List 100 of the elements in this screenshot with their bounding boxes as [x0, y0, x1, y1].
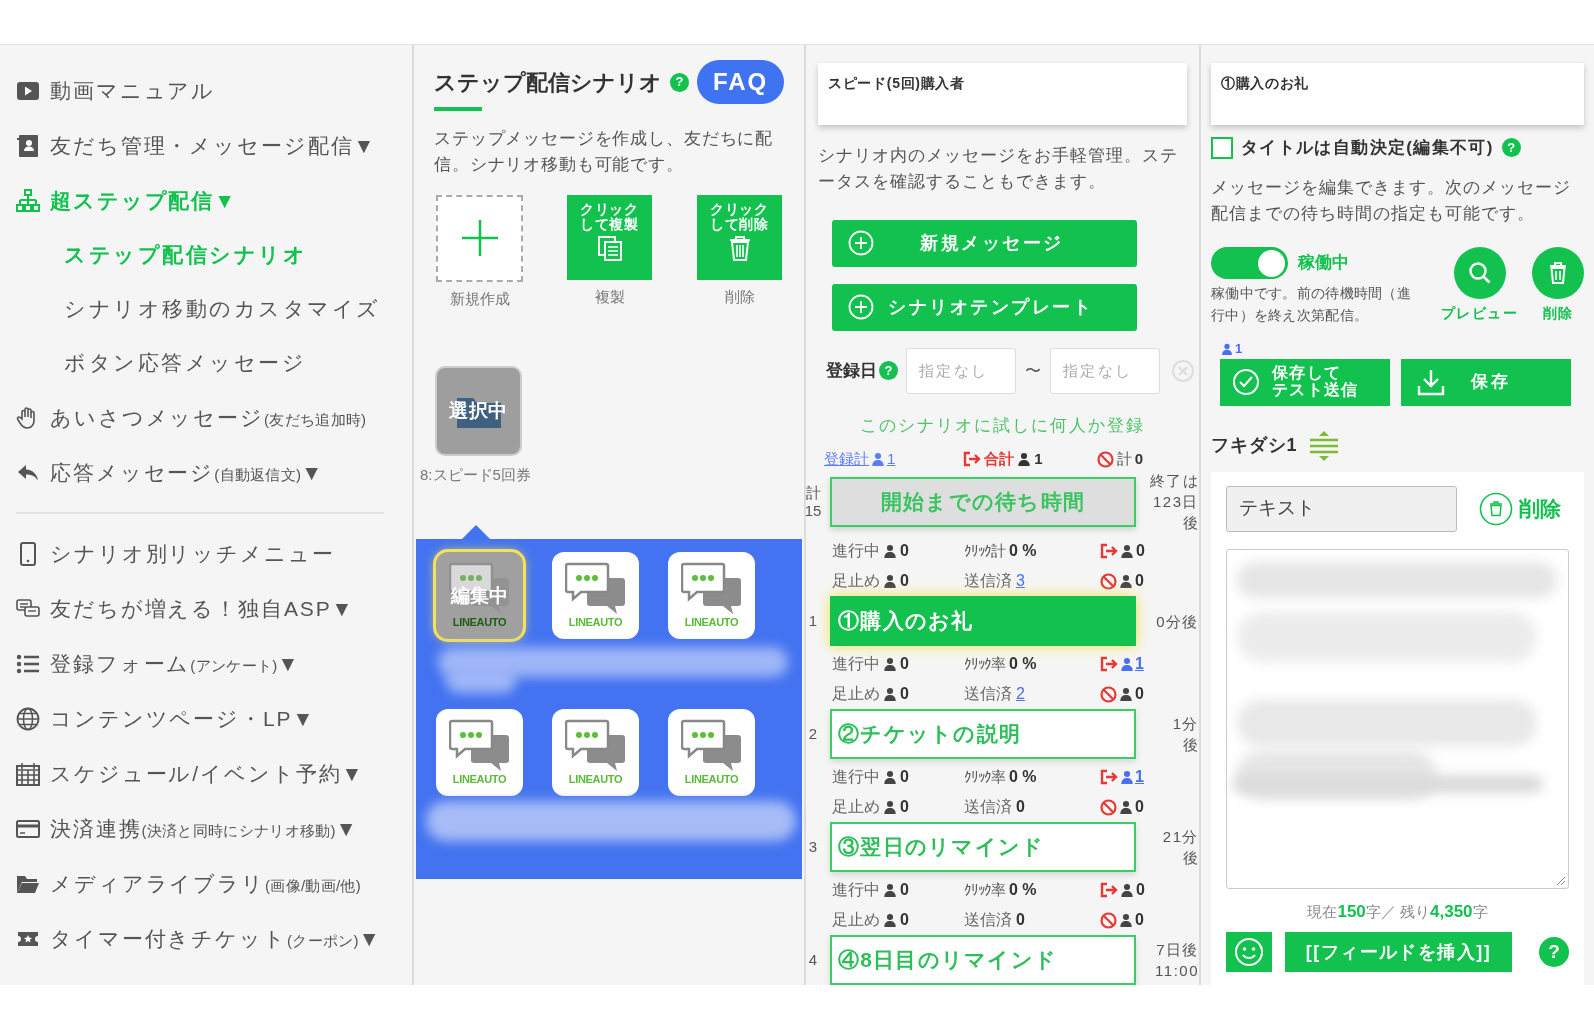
- stat-value: 0: [1016, 797, 1025, 818]
- sidebar-item[interactable]: 友だちが増える！独自ASP▼: [16, 581, 355, 636]
- exit-count-link[interactable]: 1: [1120, 652, 1144, 677]
- stat-label: 送信済: [964, 910, 1012, 931]
- checkbox-label: タイトルは自動決定(編集不可): [1241, 137, 1494, 159]
- person-icon: [1119, 687, 1133, 702]
- message-tile[interactable]: LINEAUTO: [436, 708, 523, 796]
- stat-label: 足止め: [832, 571, 880, 592]
- filter-label: 登録日: [826, 359, 877, 382]
- exit-icon: [1100, 543, 1118, 560]
- stat-label: 足止め: [832, 684, 880, 705]
- block-total-label: 計: [1116, 448, 1132, 469]
- step-button[interactable]: ②チケットの説明: [830, 709, 1136, 760]
- person-icon: [1119, 913, 1133, 928]
- tile-caption: 削除: [724, 286, 755, 307]
- delete-link[interactable]: 削除: [1479, 491, 1561, 526]
- chat-icon: [448, 718, 511, 771]
- range-separator: 〜: [1024, 360, 1042, 381]
- stat-label: ｸﾘｯｸ率: [964, 879, 1005, 900]
- toggle-switch[interactable]: [1211, 247, 1288, 280]
- date-to-field[interactable]: 指定なし: [1050, 347, 1160, 394]
- help-icon[interactable]: ?: [879, 361, 898, 381]
- message-tile[interactable]: LINEAUTO: [668, 551, 755, 639]
- trial-register-link[interactable]: このシナリオに試しに何人か登録: [859, 412, 1146, 439]
- emoji-button[interactable]: [1226, 932, 1272, 973]
- stat-value: 0 %: [1009, 654, 1037, 675]
- stat-value: 0 %: [1009, 767, 1037, 788]
- tile-caption: 新規作成: [449, 288, 510, 309]
- sidebar-item[interactable]: 動画マニュアル: [16, 63, 216, 118]
- sidebar-item[interactable]: メディアライブラリ(画像/動画/他): [16, 856, 362, 911]
- sent-count-link[interactable]: 3: [1016, 569, 1025, 594]
- date-from-field[interactable]: 指定なし: [906, 347, 1016, 394]
- step-button[interactable]: 開始までの待ち時間: [830, 476, 1136, 527]
- sidebar-item[interactable]: あいさつメッセージ(友だち追加時): [16, 390, 367, 445]
- new-button[interactable]: [436, 194, 523, 282]
- person-icon: [1120, 544, 1134, 559]
- sidebar-subitem[interactable]: ステップ配信シナリオ: [64, 228, 308, 282]
- person-icon: [1119, 574, 1133, 589]
- recipient-count: 1: [1235, 339, 1243, 358]
- help-icon[interactable]: ?: [1539, 937, 1569, 968]
- sidebar-item[interactable]: シナリオ別リッチメニュー: [16, 526, 335, 581]
- sidebar-item[interactable]: タイマー付きチケット(クーポン)▼: [16, 911, 382, 966]
- message-tile[interactable]: 編集中 LINEAUTO: [436, 551, 523, 639]
- sidebar-item[interactable]: スケジュール/イベント予約▼: [16, 746, 365, 801]
- add-button[interactable]: 新規メッセージ: [832, 219, 1137, 267]
- resize-handle-icon[interactable]: [1556, 875, 1566, 886]
- sidebar-item[interactable]: 友だち管理・メッセージ配信▼: [16, 118, 377, 173]
- type-select[interactable]: テキスト: [1226, 485, 1457, 532]
- sidebar-item[interactable]: 応答メッセージ(自動返信文)▼: [16, 445, 324, 500]
- step-number: 3: [807, 838, 819, 857]
- chat-icon: [680, 718, 743, 771]
- copy-button[interactable]: クリックして複製: [567, 194, 652, 280]
- title-field[interactable]: スピード(5回)購入者: [818, 63, 1187, 125]
- stat-value: 0: [1135, 571, 1144, 592]
- sidebar-item[interactable]: 登録フォーム(アンケート)▼: [16, 636, 301, 691]
- delete-button[interactable]: [1532, 247, 1584, 300]
- registered-count-link[interactable]: 登録計 1: [824, 447, 896, 471]
- sidebar-item[interactable]: 決済連携(決済と同時にシナリオ移動)▼: [16, 801, 359, 856]
- delete-button[interactable]: クリックして削除: [697, 194, 782, 280]
- sidebar-subitem[interactable]: シナリオ移動のカスタマイズ: [64, 282, 381, 336]
- sent-count-link[interactable]: 2: [1016, 682, 1025, 707]
- sidebar-item[interactable]: コンテンツページ・LP▼: [16, 691, 316, 746]
- clear-icon[interactable]: [1172, 359, 1194, 382]
- person-icon: [883, 883, 897, 898]
- stat-label: 進行中: [832, 654, 880, 675]
- message-tile[interactable]: LINEAUTO: [668, 708, 755, 796]
- block-icon: [1100, 798, 1117, 816]
- help-icon[interactable]: ?: [670, 72, 689, 92]
- person-icon: [1221, 342, 1233, 355]
- page-title: ステップ配信シナリオ: [434, 68, 662, 97]
- step-button[interactable]: ①購入のお礼: [830, 596, 1136, 647]
- person-icon: [883, 687, 897, 702]
- stat-label: ｸﾘｯｸ計: [964, 540, 1005, 561]
- step-button[interactable]: ③翌日のリマインド: [830, 822, 1136, 873]
- calendar-icon: [16, 761, 40, 786]
- block-icon: [1100, 572, 1117, 590]
- smiley-icon: [1234, 937, 1264, 968]
- title-field[interactable]: ①購入のお礼: [1211, 63, 1584, 125]
- stat-value: 0: [900, 880, 909, 901]
- sidebar-item[interactable]: 超ステップ配信▼: [16, 173, 237, 228]
- message-tile[interactable]: LINEAUTO: [552, 551, 639, 639]
- insert-field-button[interactable]: [[フィールドを挿入]]: [1285, 932, 1512, 973]
- person-icon: [871, 452, 885, 467]
- help-icon[interactable]: ?: [1501, 138, 1521, 158]
- step-button[interactable]: ④8日目のリマインド: [830, 935, 1136, 985]
- checkbox[interactable]: [1211, 136, 1233, 159]
- exit-icon: [1100, 882, 1118, 899]
- add-button[interactable]: シナリオテンプレート: [832, 283, 1137, 331]
- wait-time: 0分後: [1155, 611, 1199, 632]
- reorder-icon[interactable]: [1307, 429, 1340, 462]
- stat-label: 進行中: [832, 767, 880, 788]
- folder-tile[interactable]: 選択中: [435, 366, 522, 457]
- faq-button[interactable]: FAQ: [696, 60, 784, 104]
- save-test-button[interactable]: 保存して テスト送信: [1220, 358, 1390, 406]
- stat-label: 進行中: [832, 880, 880, 901]
- wait-time: 21分 後: [1161, 827, 1199, 869]
- message-tile[interactable]: LINEAUTO: [552, 708, 639, 796]
- sidebar-subitem[interactable]: ボタン応答メッセージ: [64, 336, 307, 390]
- save-button[interactable]: 保存: [1401, 358, 1571, 406]
- exit-count-link[interactable]: 1: [1120, 765, 1144, 790]
